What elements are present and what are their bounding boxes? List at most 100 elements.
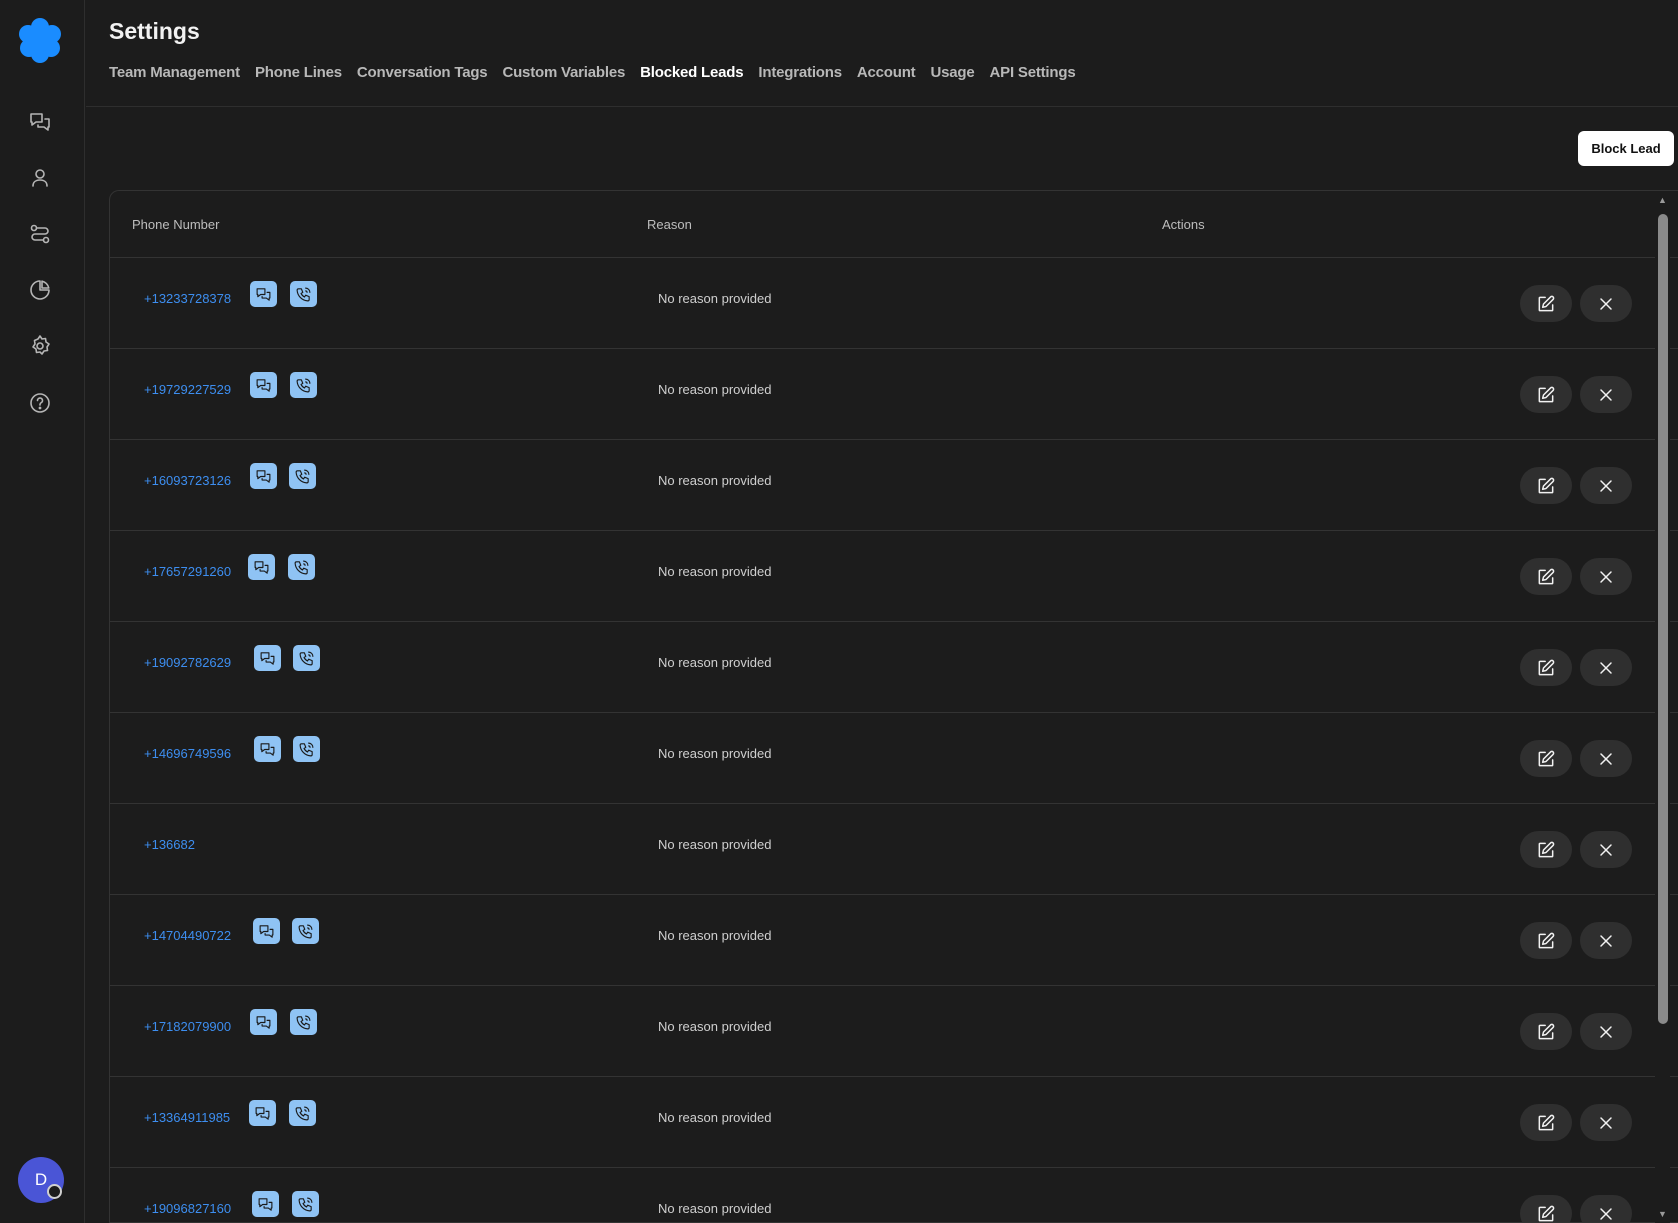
edit-button[interactable] <box>1520 285 1572 322</box>
block-reason: No reason provided <box>658 928 772 943</box>
edit-button[interactable] <box>1520 740 1572 777</box>
edit-button[interactable] <box>1520 558 1572 595</box>
message-lead-icon[interactable] <box>250 463 277 489</box>
unblock-button[interactable] <box>1580 1104 1632 1141</box>
phone-number-link[interactable]: +19096827160 <box>144 1201 231 1216</box>
message-lead-icon[interactable] <box>252 1191 279 1217</box>
analytics-icon[interactable] <box>26 276 54 304</box>
edit-button[interactable] <box>1520 831 1572 868</box>
tab-conversation-tags[interactable]: Conversation Tags <box>357 64 488 81</box>
unblock-button[interactable] <box>1580 285 1632 322</box>
brand-logo[interactable] <box>16 14 64 64</box>
table-row: +19729227529 No reason provided <box>110 349 1678 440</box>
edit-button[interactable] <box>1520 922 1572 959</box>
call-lead-icon[interactable] <box>292 1191 319 1217</box>
message-lead-icon[interactable] <box>253 918 280 944</box>
table-row: +16093723126 No reason provided <box>110 440 1678 531</box>
phone-number-link[interactable]: +19092782629 <box>144 655 231 670</box>
table-scrollbar[interactable]: ▲ ▼ <box>1655 192 1670 1223</box>
unblock-button[interactable] <box>1580 922 1632 959</box>
unblock-button[interactable] <box>1580 649 1632 686</box>
unblock-button[interactable] <box>1580 467 1632 504</box>
unblock-button[interactable] <box>1580 831 1632 868</box>
call-lead-icon[interactable] <box>288 554 315 580</box>
tab-phone-lines[interactable]: Phone Lines <box>255 64 342 81</box>
phone-number-link[interactable]: +19729227529 <box>144 382 231 397</box>
sidebar: D <box>0 0 85 1223</box>
unblock-button[interactable] <box>1580 1013 1632 1050</box>
edit-button[interactable] <box>1520 1013 1572 1050</box>
block-reason: No reason provided <box>658 746 772 761</box>
table-row: +14696749596 No reason provided <box>110 713 1678 804</box>
tab-blocked-leads[interactable]: Blocked Leads <box>640 64 743 81</box>
block-lead-button[interactable]: Block Lead <box>1578 131 1674 166</box>
unblock-button[interactable] <box>1580 376 1632 413</box>
phone-number-link[interactable]: +14704490722 <box>144 928 231 943</box>
unblock-button[interactable] <box>1580 740 1632 777</box>
call-lead-icon[interactable] <box>290 1009 317 1035</box>
unblock-button[interactable] <box>1580 558 1632 595</box>
contacts-icon[interactable] <box>26 164 54 192</box>
phone-number-link[interactable]: +13364911985 <box>144 1110 230 1125</box>
table-header: Phone Number Reason Actions <box>110 191 1678 258</box>
call-lead-icon[interactable] <box>289 1100 316 1126</box>
block-reason: No reason provided <box>658 1110 772 1125</box>
scroll-up-arrow-icon[interactable]: ▲ <box>1657 195 1668 205</box>
call-lead-icon[interactable] <box>293 736 320 762</box>
call-lead-icon[interactable] <box>290 372 317 398</box>
message-lead-icon[interactable] <box>250 1009 277 1035</box>
close-icon <box>1600 661 1612 674</box>
block-reason: No reason provided <box>658 655 772 670</box>
message-lead-icon[interactable] <box>250 281 277 307</box>
message-lead-icon[interactable] <box>250 372 277 398</box>
settings-icon[interactable] <box>26 332 54 360</box>
table-row: +136682 No reason provided <box>110 804 1678 895</box>
table-row: +17657291260 No reason provided <box>110 531 1678 622</box>
call-lead-icon[interactable] <box>293 645 320 671</box>
phone-number-link[interactable]: +17182079900 <box>144 1019 231 1034</box>
call-lead-icon[interactable] <box>292 918 319 944</box>
close-icon <box>1600 297 1612 310</box>
tab-api-settings[interactable]: API Settings <box>990 64 1076 81</box>
message-lead-icon[interactable] <box>254 645 281 671</box>
phone-number-link[interactable]: +14696749596 <box>144 746 231 761</box>
edit-button[interactable] <box>1520 649 1572 686</box>
close-icon <box>1600 1207 1612 1220</box>
column-header-actions: Actions <box>1162 217 1205 232</box>
edit-icon <box>1538 386 1555 402</box>
column-header-reason: Reason <box>647 217 692 232</box>
phone-number-link[interactable]: +16093723126 <box>144 473 231 488</box>
edit-button[interactable] <box>1520 1104 1572 1141</box>
scroll-thumb[interactable] <box>1658 214 1668 1024</box>
phone-number-link[interactable]: +17657291260 <box>144 564 231 579</box>
close-icon <box>1600 570 1612 583</box>
unblock-button[interactable] <box>1580 1195 1632 1222</box>
phone-number-link[interactable]: +13233728378 <box>144 291 231 306</box>
edit-icon <box>1538 1205 1555 1221</box>
call-lead-icon[interactable] <box>290 281 317 307</box>
tab-custom-variables[interactable]: Custom Variables <box>502 64 625 81</box>
phone-number-link[interactable]: +136682 <box>144 837 195 852</box>
workflows-icon[interactable] <box>26 220 54 248</box>
table-body: +13233728378 No reason provided +197292275… <box>110 258 1678 1222</box>
tab-usage[interactable]: Usage <box>930 64 974 81</box>
edit-button[interactable] <box>1520 467 1572 504</box>
block-reason: No reason provided <box>658 382 772 397</box>
help-icon[interactable] <box>26 389 54 417</box>
message-lead-icon[interactable] <box>248 554 275 580</box>
table-row: +14704490722 No reason provided <box>110 895 1678 986</box>
column-header-phone: Phone Number <box>132 217 220 232</box>
call-lead-icon[interactable] <box>289 463 316 489</box>
tab-account[interactable]: Account <box>857 64 916 81</box>
scroll-down-arrow-icon[interactable]: ▼ <box>1657 1209 1668 1219</box>
settings-tabs: Team Management Phone Lines Conversation… <box>109 64 1090 81</box>
edit-button[interactable] <box>1520 1195 1572 1222</box>
message-lead-icon[interactable] <box>249 1100 276 1126</box>
tab-integrations[interactable]: Integrations <box>758 64 842 81</box>
tab-team-management[interactable]: Team Management <box>109 64 240 81</box>
edit-button[interactable] <box>1520 376 1572 413</box>
edit-icon <box>1538 1114 1555 1130</box>
block-reason: No reason provided <box>658 473 772 488</box>
message-lead-icon[interactable] <box>254 736 281 762</box>
conversations-icon[interactable] <box>26 108 54 136</box>
